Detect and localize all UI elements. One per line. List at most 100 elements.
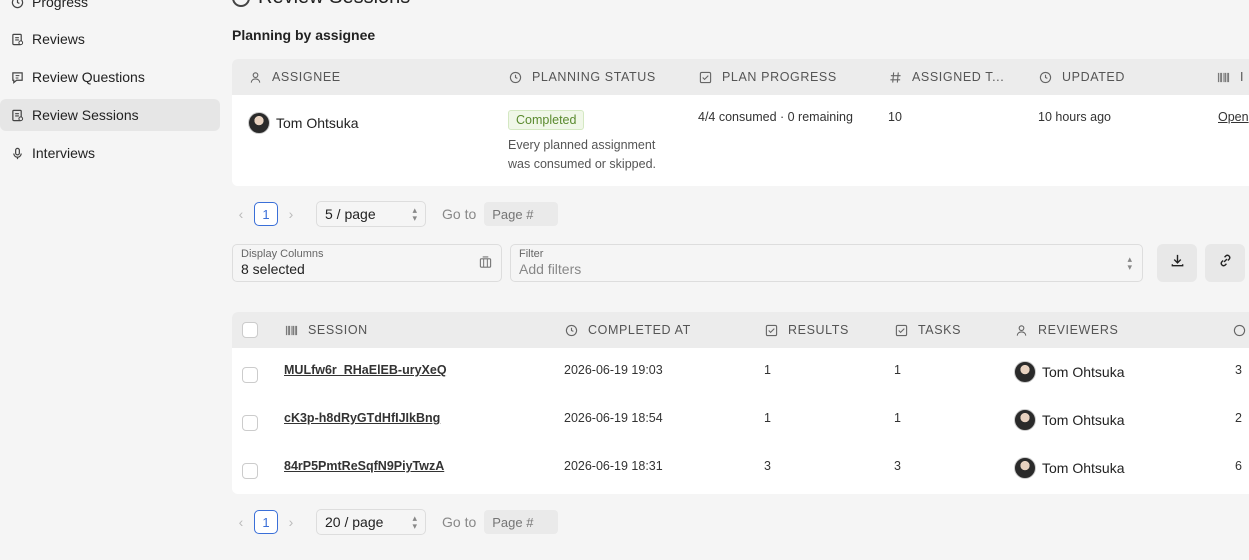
planning-status-cell: Completed Every planned assignment was c… — [508, 110, 668, 174]
avatar — [248, 112, 270, 134]
column-header-reviewers[interactable]: REVIEWERS — [1014, 312, 1118, 348]
chevron-updown-icon: ▴ ▾ — [1127, 254, 1132, 272]
download-icon — [1170, 253, 1185, 273]
column-header-assigned[interactable]: ASSIGNED T... — [888, 59, 1004, 95]
link-button[interactable] — [1205, 244, 1245, 282]
column-header-completed-at[interactable]: COMPLETED AT — [564, 312, 691, 348]
question-icon — [10, 70, 24, 84]
page-size-select[interactable]: 5 / page ▴ ▾ — [316, 201, 426, 227]
prev-page-icon[interactable]: ‹ — [232, 206, 250, 222]
tasks-cell: 1 — [894, 363, 901, 377]
column-header-session[interactable]: SESSION — [284, 312, 368, 348]
column-header-plan-progress[interactable]: PLAN PROGRESS — [698, 59, 837, 95]
extra-cell: 6 — [1235, 459, 1242, 473]
sidebar-item-review-sessions[interactable]: Review Sessions — [0, 99, 220, 131]
user-icon — [1014, 323, 1028, 337]
sidebar-item-label: Interviews — [32, 145, 96, 161]
download-button[interactable] — [1157, 244, 1197, 282]
checkbox-icon — [894, 323, 908, 337]
page-number[interactable]: 1 — [254, 202, 278, 226]
chevron-updown-icon: ▴ ▾ — [412, 513, 417, 531]
chevron-updown-icon: ▴ ▾ — [412, 205, 417, 223]
assignee-cell: Tom Ohtsuka — [248, 112, 358, 134]
barcode-icon — [1216, 70, 1230, 84]
sidebar-item-review-questions[interactable]: Review Questions — [0, 61, 220, 93]
sidebar-item-label: Progress — [32, 0, 89, 10]
checkbox-icon — [698, 70, 712, 84]
link-icon — [1218, 253, 1233, 273]
column-header-extra[interactable] — [1232, 312, 1249, 348]
sidebar-item-label: Review Questions — [32, 69, 145, 85]
results-cell: 1 — [764, 363, 771, 377]
select-all-checkbox-cell — [242, 312, 258, 348]
user-icon — [248, 70, 262, 84]
pagination: ‹ 1 › 20 / page ▴ ▾ Go to — [232, 509, 559, 535]
column-header-planning-status[interactable]: PLANNING STATUS — [508, 59, 656, 95]
next-page-icon[interactable]: › — [282, 514, 300, 530]
row-checkbox[interactable] — [242, 415, 258, 431]
document-icon — [10, 32, 24, 46]
display-columns-select[interactable]: Display Columns 8 selected — [232, 244, 502, 282]
pagination: ‹ 1 › 5 / page ▴ ▾ Go to — [232, 201, 559, 227]
sidebar-item-reviews[interactable]: Reviews — [0, 23, 220, 55]
sidebar-item-label: Review Sessions — [32, 107, 139, 123]
hash-icon — [888, 70, 902, 84]
barcode-icon — [284, 323, 298, 337]
avatar — [1014, 457, 1036, 479]
goto-page-input[interactable] — [484, 202, 559, 226]
avatar — [1014, 409, 1036, 431]
filter-input[interactable]: Filter Add filters ▴ ▾ — [510, 244, 1143, 282]
goto-label: Go to — [442, 206, 477, 222]
completed-at-cell: 2026-06-19 18:54 — [564, 411, 663, 425]
session-link[interactable]: MULfw6r_RHaElEB-uryXeQ — [284, 363, 447, 377]
column-header-results[interactable]: RESULTS — [764, 312, 849, 348]
tasks-cell: 3 — [894, 459, 901, 473]
select-all-checkbox[interactable] — [242, 322, 258, 338]
table-row: MULfw6r_RHaElEB-uryXeQ 2026-06-19 19:03 … — [232, 348, 1249, 396]
clock-icon — [1038, 70, 1052, 84]
section-title: Planning by assignee — [232, 27, 376, 43]
column-header-id[interactable]: I — [1216, 59, 1244, 95]
extra-cell: 2 — [1235, 411, 1242, 425]
sidebar-item-interviews[interactable]: Interviews — [0, 137, 220, 169]
row-checkbox[interactable] — [242, 463, 258, 479]
document-icon — [10, 108, 24, 122]
column-header-updated[interactable]: UPDATED — [1038, 59, 1125, 95]
column-header-tasks[interactable]: TASKS — [894, 312, 961, 348]
table-header: ASSIGNEE PLANNING STATUS PLAN PROGRESS A… — [232, 59, 1249, 95]
assigned-cell: 10 — [888, 110, 902, 124]
avatar — [1014, 361, 1036, 383]
open-link[interactable]: Open — [1218, 110, 1249, 124]
page-size-select[interactable]: 20 / page ▴ ▾ — [316, 509, 426, 535]
clock-icon — [232, 0, 250, 7]
prev-page-icon[interactable]: ‹ — [232, 514, 250, 530]
reviewer-cell: Tom Ohtsuka — [1014, 457, 1124, 479]
extra-cell: 3 — [1235, 363, 1242, 377]
results-cell: 1 — [764, 411, 771, 425]
goto-label: Go to — [442, 514, 477, 530]
page-number[interactable]: 1 — [254, 510, 278, 534]
reviewer-cell: Tom Ohtsuka — [1014, 409, 1124, 431]
microphone-icon — [10, 146, 24, 160]
table-row: cK3p-h8dRyGTdHfIJIkBng 2026-06-19 18:54 … — [232, 396, 1249, 444]
planning-table: ASSIGNEE PLANNING STATUS PLAN PROGRESS A… — [232, 59, 1249, 186]
session-link[interactable]: 84rP5PmtReSqfN9PiyTwzA — [284, 459, 444, 473]
sidebar-item-label: Reviews — [32, 31, 85, 47]
goto-page-input[interactable] — [484, 510, 559, 534]
next-page-icon[interactable]: › — [282, 206, 300, 222]
question-icon — [1232, 323, 1246, 337]
columns-icon — [479, 256, 492, 274]
row-checkbox[interactable] — [242, 367, 258, 383]
status-description: Every planned assignment was consumed or… — [508, 138, 656, 171]
sidebar-item-progress[interactable]: Progress — [0, 0, 220, 18]
column-header-assignee[interactable]: ASSIGNEE — [248, 59, 341, 95]
session-link[interactable]: cK3p-h8dRyGTdHfIJIkBng — [284, 411, 440, 425]
progress-icon — [10, 0, 24, 9]
page-title: Review Sessions — [232, 0, 410, 9]
status-badge: Completed — [508, 110, 585, 130]
table-row: 84rP5PmtReSqfN9PiyTwzA 2026-06-19 18:31 … — [232, 444, 1249, 492]
completed-at-cell: 2026-06-19 18:31 — [564, 459, 663, 473]
completed-at-cell: 2026-06-19 19:03 — [564, 363, 663, 377]
plan-progress-cell: 4/4 consumed · 0 remaining — [698, 110, 853, 124]
updated-cell: 10 hours ago — [1038, 110, 1111, 124]
